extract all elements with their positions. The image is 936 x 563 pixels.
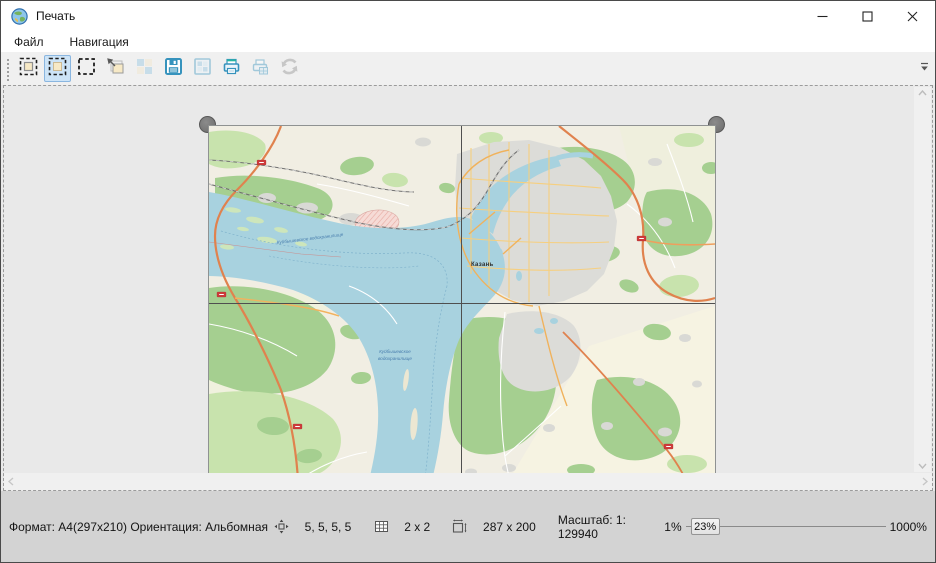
window-title: Печать <box>36 9 75 23</box>
tiled-pages-icon <box>192 56 213 82</box>
scroll-down-icon[interactable] <box>918 463 927 469</box>
margins-icon <box>274 491 301 562</box>
dashed-frame-filled-page-icon <box>18 56 39 82</box>
map-label-reservoir-lower-2: водохранилище <box>378 356 412 361</box>
print-window: Печать Файл Навигация <box>0 0 936 563</box>
move-region-button[interactable] <box>102 55 129 82</box>
format-orientation-label: Формат: A4(297x210) Ориентация: Альбомна… <box>9 520 268 534</box>
map-viewport[interactable]: Казань Куйбышевское водохранилище Куйбыш… <box>4 86 932 473</box>
statusbar: Формат: A4(297x210) Ориентация: Альбомна… <box>1 491 935 562</box>
page-size-icon <box>452 491 479 562</box>
zoom-slider-thumb[interactable]: 23% <box>691 518 720 535</box>
select-region-button[interactable] <box>73 55 100 82</box>
map-preview[interactable]: Казань Куйбышевское водохранилище Куйбыш… <box>208 125 716 473</box>
scroll-left-icon[interactable] <box>8 477 14 486</box>
save-pages-button[interactable] <box>189 55 216 82</box>
zoom-control: 1% 23% 1000% <box>664 517 927 536</box>
zoom-max-label: 1000% <box>890 520 927 534</box>
globe-app-icon <box>11 8 28 25</box>
zoom-min-label: 1% <box>664 520 681 534</box>
toolbar-overflow-button[interactable] <box>917 55 932 81</box>
horizontal-scrollbar[interactable] <box>4 473 932 490</box>
window-controls <box>800 1 935 31</box>
grid-value: 2 x 2 <box>404 520 430 534</box>
menu-file[interactable]: Файл <box>11 33 47 51</box>
printer-tiles-icon <box>250 56 271 82</box>
printer-icon <box>221 56 242 82</box>
arrow-topleft-page-icon <box>105 56 126 82</box>
print-button[interactable] <box>218 55 245 82</box>
scroll-up-icon[interactable] <box>918 90 927 96</box>
print-region-filled-button[interactable] <box>44 55 71 82</box>
floppy-disk-icon <box>163 56 184 82</box>
close-button[interactable] <box>890 1 935 31</box>
margins-indicator: 5, 5, 5, 5 <box>274 491 351 562</box>
menubar: Файл Навигация <box>1 31 935 52</box>
print-pages-button[interactable] <box>247 55 274 82</box>
zoom-slider-track[interactable]: 23% <box>686 517 886 536</box>
grid-icon <box>374 491 401 562</box>
map-label-city: Казань <box>471 262 494 268</box>
refresh-button[interactable] <box>276 55 303 82</box>
menu-navigation[interactable]: Навигация <box>67 33 132 51</box>
margins-value: 5, 5, 5, 5 <box>305 520 352 534</box>
toolbar-grip-handle[interactable] <box>5 57 11 81</box>
dashed-frame-icon <box>76 56 97 82</box>
scale-label: Масштаб: 1: 129940 <box>558 513 652 541</box>
page-size-indicator: 287 x 200 <box>452 491 535 562</box>
titlebar: Печать <box>1 1 935 31</box>
tiles-icon <box>134 56 155 82</box>
print-page-region: Казань Куйбышевское водохранилище Куйбыш… <box>208 125 716 473</box>
toolbar-overflow-icon <box>920 59 929 77</box>
grid-indicator: 2 x 2 <box>374 491 431 562</box>
print-region-bordered-button[interactable] <box>15 55 42 82</box>
maximize-icon <box>862 11 873 22</box>
save-button[interactable] <box>160 55 187 82</box>
maximize-button[interactable] <box>845 1 890 31</box>
split-tiles-button[interactable] <box>131 55 158 82</box>
refresh-icon <box>279 56 300 82</box>
preview-area: Казань Куйбышевское водохранилище Куйбыш… <box>3 85 933 491</box>
dashed-frame-page-icon <box>47 56 68 82</box>
vertical-scrollbar[interactable] <box>914 87 931 472</box>
map-label-reservoir-lower-1: Куйбышевское <box>379 348 411 354</box>
minimize-icon <box>817 11 828 22</box>
toolbar <box>1 52 935 85</box>
minimize-button[interactable] <box>800 1 845 31</box>
close-icon <box>907 11 918 22</box>
scroll-right-icon[interactable] <box>922 477 928 486</box>
page-size-value: 287 x 200 <box>483 520 536 534</box>
